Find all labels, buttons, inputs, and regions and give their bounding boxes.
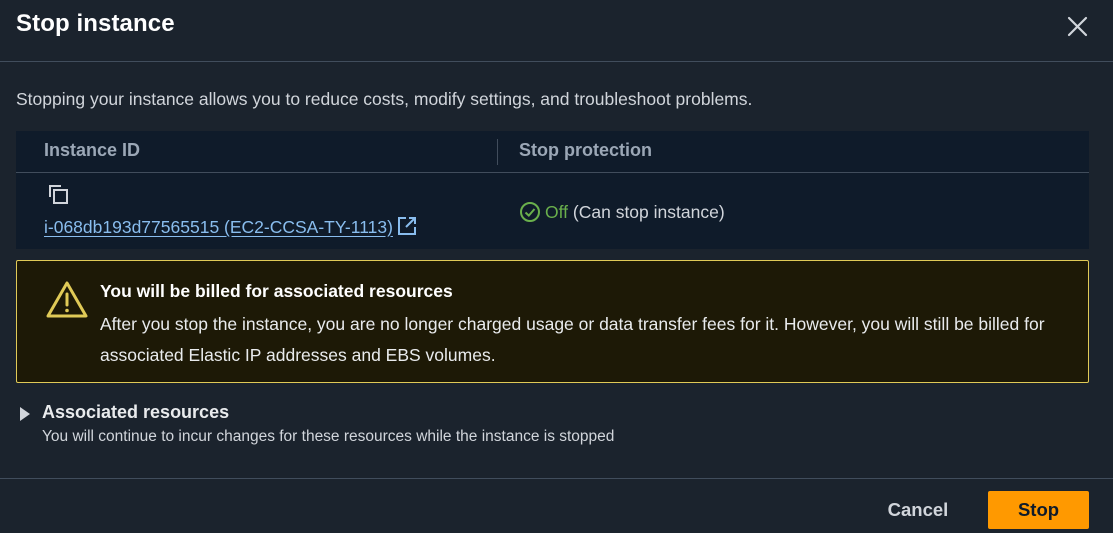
caret-right-icon bbox=[19, 407, 31, 421]
cancel-button[interactable]: Cancel bbox=[866, 491, 970, 529]
check-circle-icon bbox=[519, 201, 541, 223]
stop-button[interactable]: Stop bbox=[988, 491, 1089, 529]
instance-id-text: i-068db193d77565515 (EC2-CCSA-TY-1113) bbox=[44, 217, 393, 237]
close-icon[interactable] bbox=[1062, 12, 1092, 42]
protection-note: (Can stop instance) bbox=[572, 202, 725, 222]
table-header: Instance ID Stop protection bbox=[16, 131, 1089, 173]
expander-description: You will continue to incur changes for t… bbox=[42, 428, 615, 445]
protection-value: Off bbox=[545, 202, 569, 222]
instance-table: Instance ID Stop protection i-068db193d7… bbox=[16, 131, 1089, 249]
expander-title: Associated resources bbox=[42, 402, 230, 422]
stop-protection-status: Off (Can stop instance) bbox=[519, 201, 725, 223]
modal-description: Stopping your instance allows you to red… bbox=[16, 89, 753, 109]
column-header-instance-id: Instance ID bbox=[44, 140, 141, 160]
alert-body: After you stop the instance, you are no … bbox=[100, 314, 1045, 365]
alert-title: You will be billed for associated resour… bbox=[100, 281, 453, 301]
billing-warning-alert: You will be billed for associated resour… bbox=[16, 260, 1089, 383]
modal-title: Stop instance bbox=[16, 10, 175, 37]
footer-divider bbox=[0, 478, 1113, 479]
column-header-stop-protection: Stop protection bbox=[519, 140, 652, 160]
instance-id-link[interactable]: i-068db193d77565515 (EC2-CCSA-TY-1113) bbox=[44, 216, 417, 238]
external-link-icon bbox=[397, 216, 417, 236]
copy-icon[interactable] bbox=[46, 183, 72, 207]
modal-header: Stop instance bbox=[0, 0, 1113, 62]
column-divider bbox=[497, 139, 498, 165]
warning-icon bbox=[44, 279, 90, 321]
